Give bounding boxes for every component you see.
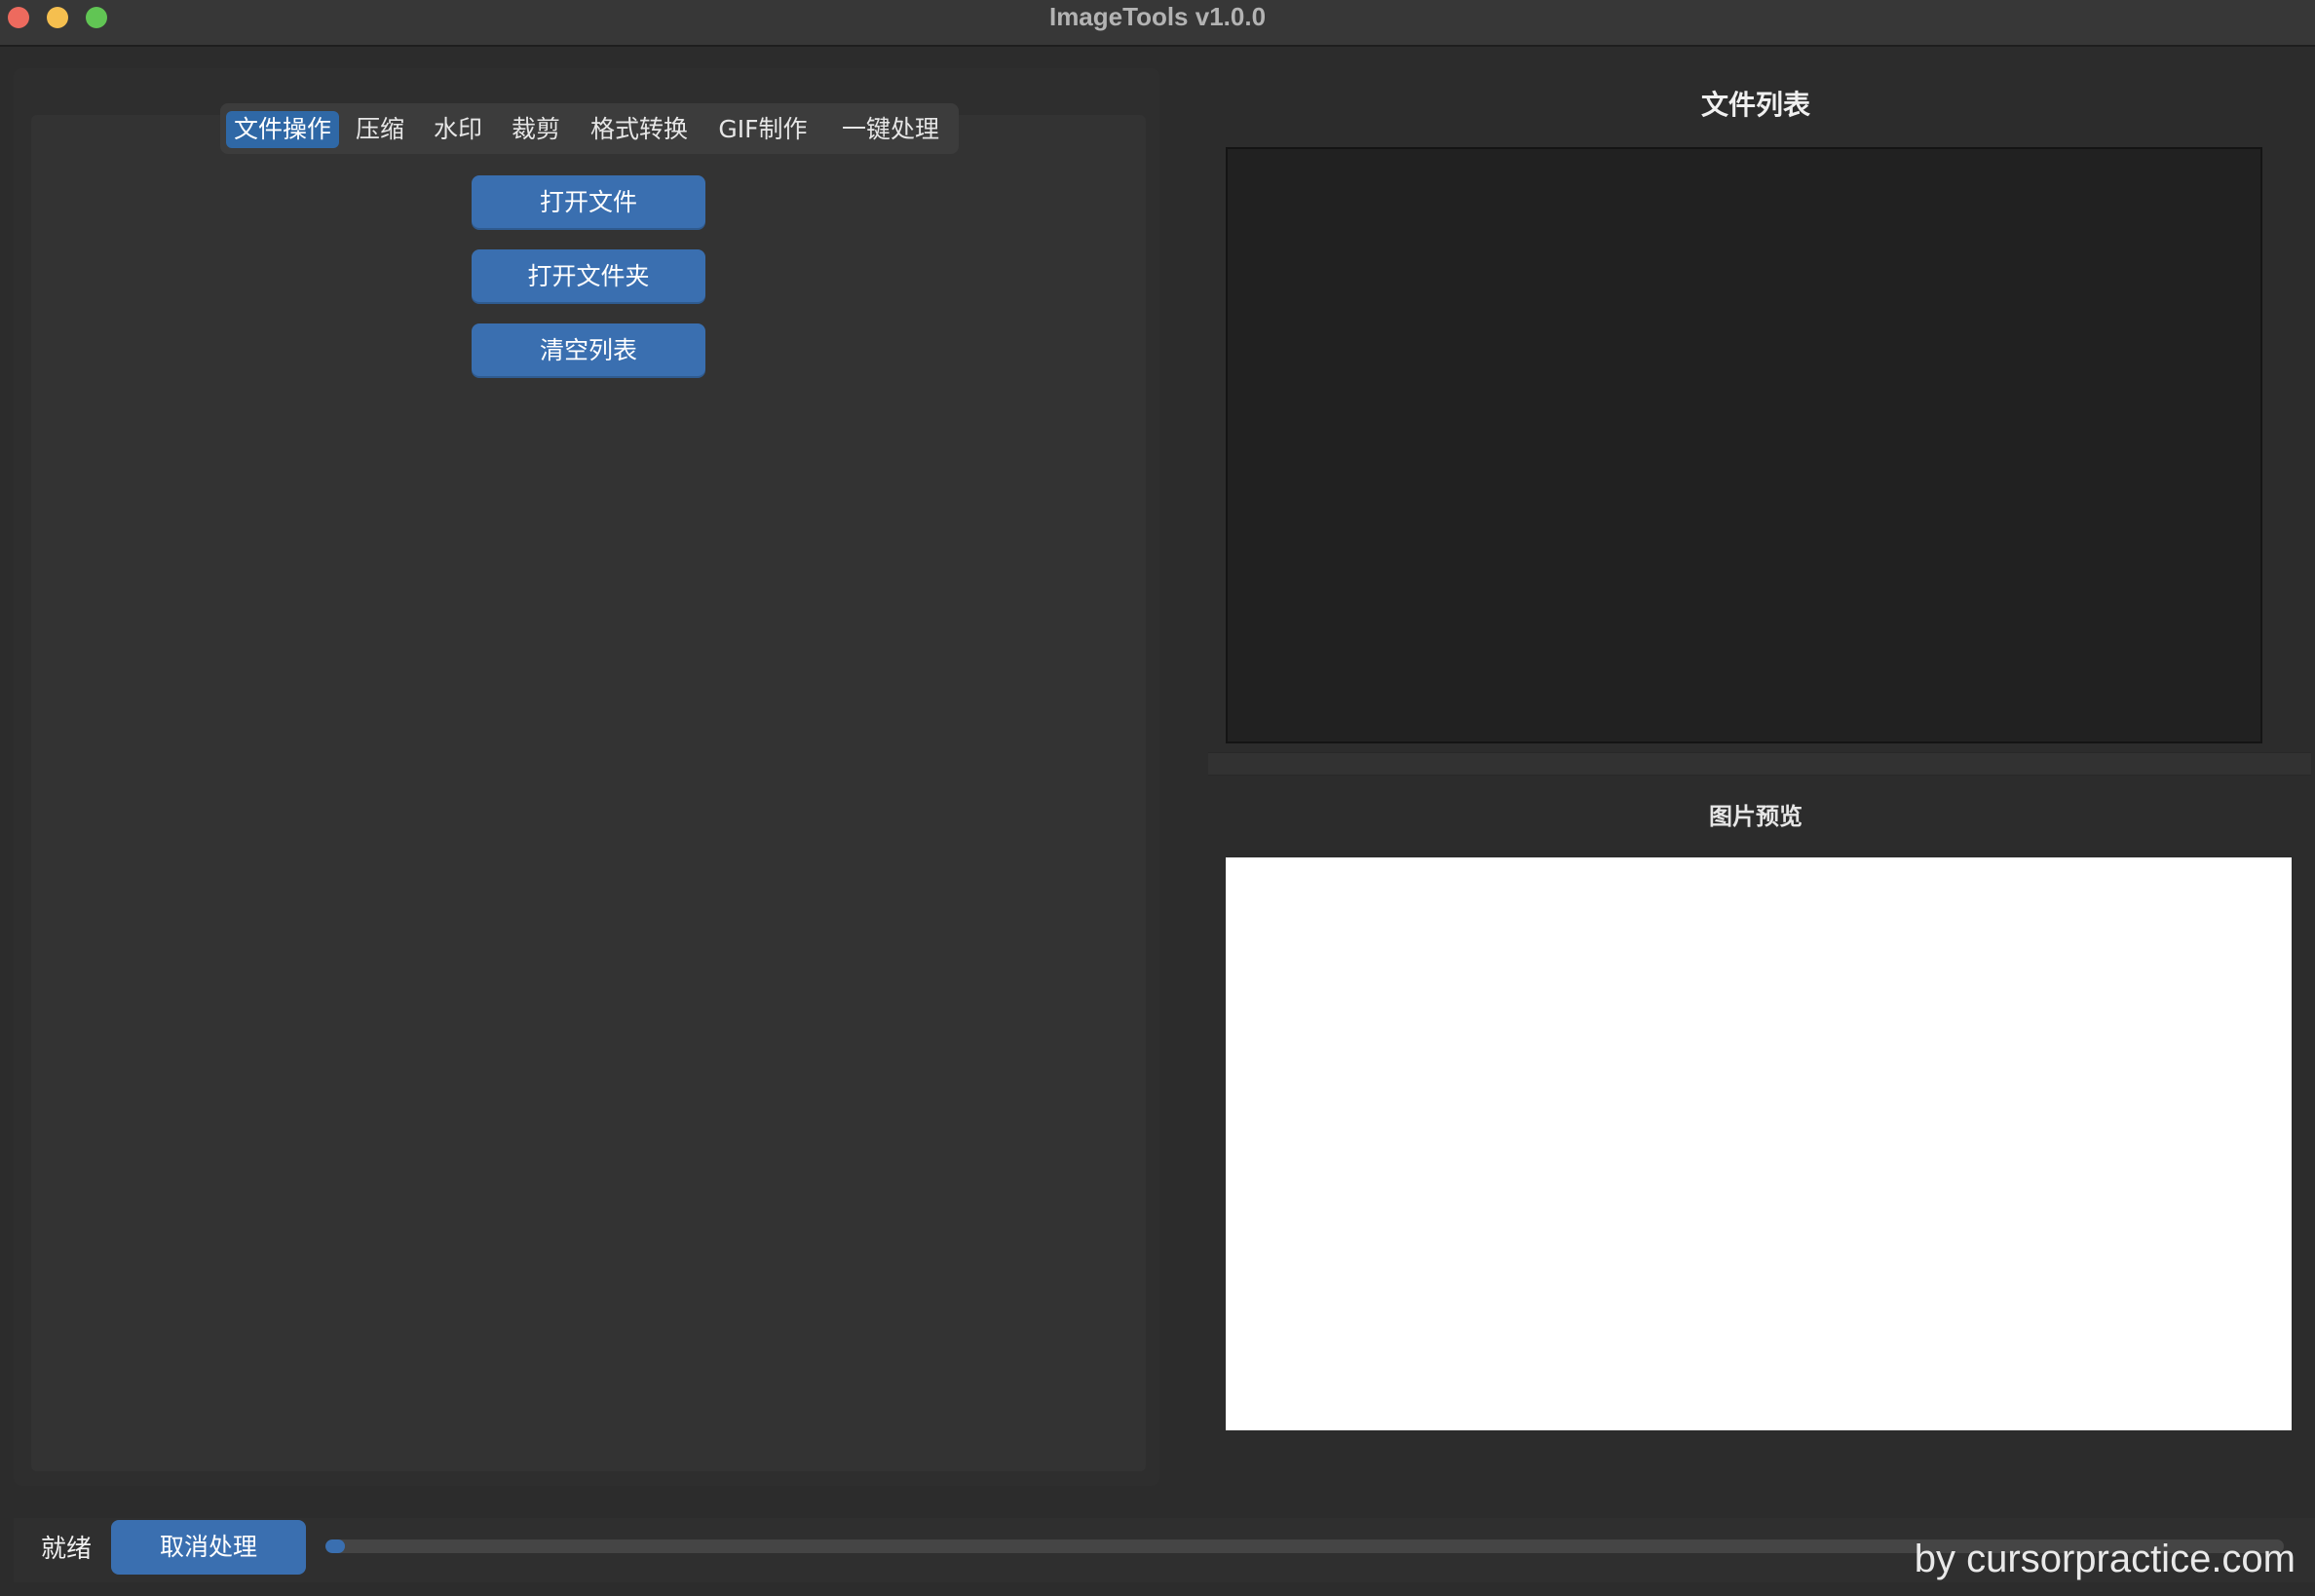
file-list[interactable] — [1226, 147, 2262, 743]
image-preview — [1226, 857, 2292, 1430]
tab-format-convert[interactable]: 格式转换 — [583, 111, 696, 148]
tab-gif-maker[interactable]: GIF制作 — [709, 111, 816, 148]
tab-watermark[interactable]: 水印 — [427, 111, 489, 148]
tab-content-area — [31, 115, 1146, 1471]
tab-file-operations[interactable]: 文件操作 — [226, 111, 339, 148]
tab-one-click-process[interactable]: 一键处理 — [830, 111, 951, 148]
open-file-button[interactable]: 打开文件 — [472, 175, 705, 230]
window-title: ImageTools v1.0.0 — [1048, 2, 1267, 31]
open-folder-button[interactable]: 打开文件夹 — [472, 249, 705, 304]
app-window: ImageTools v1.0.0 文件操作 压缩 水印 裁剪 格式转换 GIF… — [0, 0, 2315, 1596]
cancel-processing-button[interactable]: 取消处理 — [111, 1520, 306, 1575]
preview-title: 图片预览 — [1709, 803, 1803, 830]
progress-fill — [325, 1539, 346, 1553]
title-bar: ImageTools v1.0.0 — [0, 0, 2315, 47]
panel-splitter-handle[interactable] — [1208, 752, 2311, 776]
file-list-title: 文件列表 — [1700, 89, 1810, 121]
status-text: 就绪 — [41, 1535, 93, 1564]
tab-compress[interactable]: 压缩 — [349, 111, 411, 148]
tab-crop[interactable]: 裁剪 — [505, 111, 567, 148]
tab-bar: 文件操作 压缩 水印 裁剪 格式转换 GIF制作 一键处理 — [220, 103, 959, 154]
clear-list-button[interactable]: 清空列表 — [472, 323, 705, 378]
watermark-text: by cursorpractice.com — [1914, 1538, 2296, 1580]
